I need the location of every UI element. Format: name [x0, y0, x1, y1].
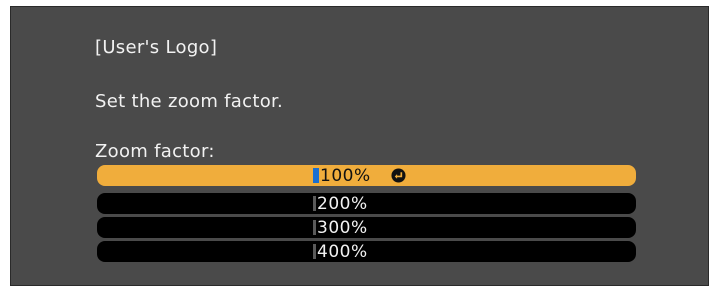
zoom-settings-dialog: [User's Logo] Set the zoom factor. Zoom …	[10, 6, 709, 286]
zoom-option-label: 100%	[320, 165, 371, 186]
selection-cursor	[313, 168, 319, 183]
enter-icon	[391, 168, 406, 183]
option-marker	[313, 220, 316, 235]
instruction-text: Set the zoom factor.	[95, 91, 284, 112]
option-marker	[313, 196, 316, 211]
zoom-option-300[interactable]: 300%	[97, 217, 636, 238]
zoom-option-400[interactable]: 400%	[97, 241, 636, 262]
zoom-option-label: 200%	[317, 193, 368, 214]
zoom-option-label: 400%	[317, 241, 368, 262]
zoom-option-200[interactable]: 200%	[97, 193, 636, 214]
zoom-factor-label: Zoom factor:	[95, 141, 215, 162]
dialog-title: [User's Logo]	[95, 37, 218, 58]
zoom-option-100[interactable]: 100%	[97, 165, 636, 186]
zoom-option-label: 300%	[317, 217, 368, 238]
option-marker	[313, 244, 316, 259]
